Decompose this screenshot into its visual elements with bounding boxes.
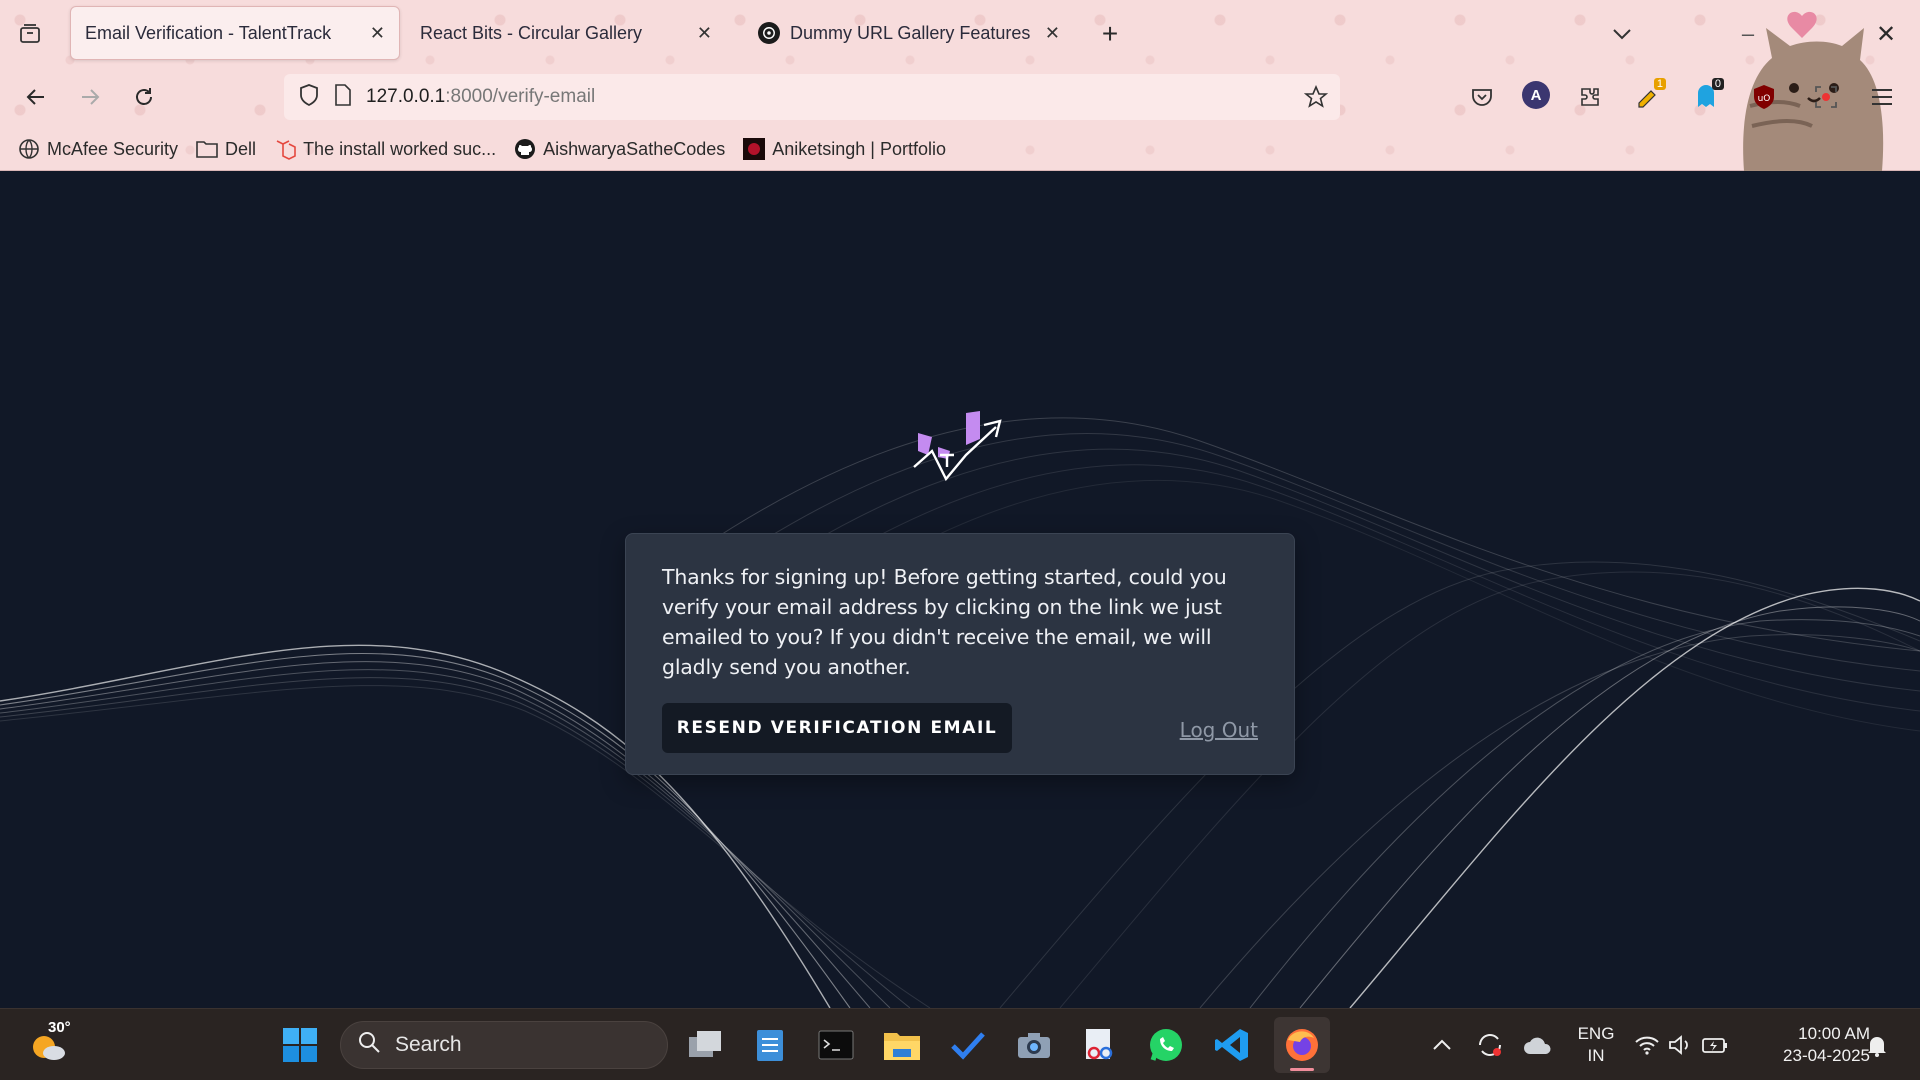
forward-arrow-icon[interactable] bbox=[74, 81, 106, 113]
tab-title: Email Verification - TalentTrack bbox=[85, 22, 332, 43]
logout-link[interactable]: Log Out bbox=[1180, 718, 1258, 742]
bookmark-label: Aniketsingh | Portfolio bbox=[772, 138, 947, 159]
weather-widget[interactable]: 30° bbox=[26, 1019, 71, 1067]
talenttrack-logo bbox=[910, 411, 1008, 488]
snipping-tool-icon[interactable] bbox=[1078, 1023, 1122, 1067]
globe-icon bbox=[18, 138, 40, 160]
bookmark-github[interactable]: AishwaryaSatheCodes bbox=[514, 138, 725, 160]
tab-email-verification[interactable]: Email Verification - TalentTrack ✕ bbox=[70, 6, 400, 60]
firefox-icon bbox=[1286, 1029, 1318, 1061]
sync-icon[interactable] bbox=[1468, 1023, 1512, 1067]
active-app-indicator bbox=[1290, 1068, 1314, 1071]
verify-email-card: Thanks for signing up! Before getting st… bbox=[625, 533, 1295, 775]
shield-icon[interactable] bbox=[298, 83, 320, 112]
show-hidden-icons-chevron-icon[interactable] bbox=[1420, 1023, 1464, 1067]
verification-message: Thanks for signing up! Before getting st… bbox=[662, 565, 1227, 679]
tab-bar: Email Verification - TalentTrack ✕ React… bbox=[0, 0, 1920, 171]
extensions-puzzle-icon[interactable] bbox=[1574, 81, 1606, 113]
extension-pen-icon[interactable]: 1 bbox=[1630, 78, 1666, 114]
close-icon[interactable]: ✕ bbox=[1045, 23, 1060, 44]
clock[interactable]: 10:00 AM 23-04-2025 bbox=[1750, 1023, 1870, 1067]
taskbar-search-input[interactable]: Search bbox=[340, 1021, 668, 1069]
resend-verification-button[interactable]: RESEND VERIFICATION EMAIL bbox=[662, 703, 1012, 753]
todo-checkmark-icon[interactable] bbox=[946, 1023, 990, 1067]
bookmark-star-icon[interactable] bbox=[1303, 84, 1329, 114]
notepad-icon[interactable] bbox=[748, 1023, 792, 1067]
url-host: 127.0.0.1 bbox=[366, 86, 446, 107]
github-icon bbox=[514, 138, 536, 160]
bookmark-dell[interactable]: Dell bbox=[196, 139, 256, 160]
list-all-tabs-chevron-icon[interactable] bbox=[1606, 18, 1638, 50]
file-explorer-icon[interactable] bbox=[880, 1023, 924, 1067]
bookmark-label: The install worked suc... bbox=[303, 138, 497, 159]
address-bar[interactable]: 127.0.0.1 :8000/verify-email bbox=[284, 74, 1340, 120]
search-placeholder: Search bbox=[395, 1033, 462, 1056]
bookmark-install-worked[interactable]: The install worked suc... bbox=[274, 138, 496, 160]
clock-time: 10:00 AM bbox=[1798, 1024, 1870, 1043]
close-icon[interactable]: ✕ bbox=[697, 23, 712, 44]
folder-icon bbox=[196, 139, 218, 159]
extension-badge: 1 bbox=[1653, 78, 1666, 90]
bookmark-label: Dell bbox=[225, 138, 257, 159]
windows-taskbar: 30° Search ENG IN 10:00 AM 23-04-2025 bbox=[0, 1008, 1920, 1080]
language-indicator[interactable]: ENG IN bbox=[1570, 1023, 1622, 1067]
weather-temperature: 30° bbox=[48, 1019, 71, 1036]
firefox-taskbar-icon[interactable] bbox=[1274, 1017, 1330, 1073]
extension-badge: 0 bbox=[1711, 78, 1724, 90]
back-arrow-icon[interactable] bbox=[20, 81, 52, 113]
clock-date: 23-04-2025 bbox=[1783, 1046, 1870, 1065]
onedrive-cloud-icon[interactable] bbox=[1516, 1023, 1560, 1067]
wifi-icon[interactable] bbox=[1632, 1023, 1662, 1067]
search-icon bbox=[357, 1030, 381, 1060]
profile-avatar[interactable]: A bbox=[1522, 81, 1550, 109]
notification-bell-icon[interactable] bbox=[1860, 1023, 1894, 1067]
portfolio-icon bbox=[743, 138, 766, 160]
svg-text:uO: uO bbox=[1758, 94, 1771, 104]
battery-charging-icon[interactable] bbox=[1700, 1023, 1730, 1067]
region-code: IN bbox=[1587, 1046, 1605, 1065]
tab-react-bits[interactable]: React Bits - Circular Gallery ✕ bbox=[406, 6, 726, 60]
whatsapp-icon[interactable] bbox=[1144, 1023, 1188, 1067]
close-icon[interactable]: ✕ bbox=[370, 23, 385, 44]
laravel-icon bbox=[274, 138, 296, 160]
hamburger-menu-icon[interactable] bbox=[1866, 81, 1898, 113]
browser-chrome: Email Verification - TalentTrack ✕ React… bbox=[0, 0, 1920, 171]
extension-ghost-icon[interactable]: 0 bbox=[1688, 78, 1724, 114]
vscode-icon[interactable] bbox=[1210, 1023, 1254, 1067]
page-viewport: Thanks for signing up! Before getting st… bbox=[0, 171, 1920, 1008]
tab-title: React Bits - Circular Gallery bbox=[420, 22, 643, 43]
ublock-origin-icon[interactable]: uO bbox=[1748, 81, 1780, 113]
bookmarks-toolbar: McAfee Security Dell The install worked … bbox=[0, 130, 1920, 168]
volume-icon[interactable] bbox=[1666, 1023, 1696, 1067]
page-info-icon[interactable] bbox=[334, 83, 352, 111]
bookmark-portfolio[interactable]: Aniketsingh | Portfolio bbox=[743, 138, 946, 160]
bookmark-label: AishwaryaSatheCodes bbox=[543, 138, 726, 159]
new-tab-plus-icon[interactable]: + bbox=[1094, 18, 1126, 50]
tab-dummy-url-gallery[interactable]: Dummy URL Gallery Features ✕ bbox=[744, 6, 1074, 60]
screenshot-record-icon[interactable] bbox=[1810, 81, 1842, 113]
terminal-icon[interactable] bbox=[814, 1023, 858, 1067]
pocket-icon[interactable] bbox=[1466, 81, 1498, 113]
tab-title: Dummy URL Gallery Features bbox=[790, 22, 1031, 43]
openai-favicon-icon bbox=[758, 22, 780, 44]
nav-toolbar: 127.0.0.1 :8000/verify-email A 1 0 uO bbox=[0, 66, 1920, 128]
reload-icon[interactable] bbox=[128, 81, 160, 113]
url-path: :8000/verify-email bbox=[445, 86, 596, 107]
task-view-icon[interactable] bbox=[683, 1023, 727, 1067]
camera-icon[interactable] bbox=[1012, 1023, 1056, 1067]
language-code: ENG bbox=[1577, 1024, 1615, 1043]
bookmark-mcafee[interactable]: McAfee Security bbox=[18, 138, 178, 160]
start-windows-icon[interactable] bbox=[278, 1023, 322, 1067]
bookmark-label: McAfee Security bbox=[47, 138, 179, 159]
tab-overview-icon[interactable] bbox=[14, 18, 46, 50]
